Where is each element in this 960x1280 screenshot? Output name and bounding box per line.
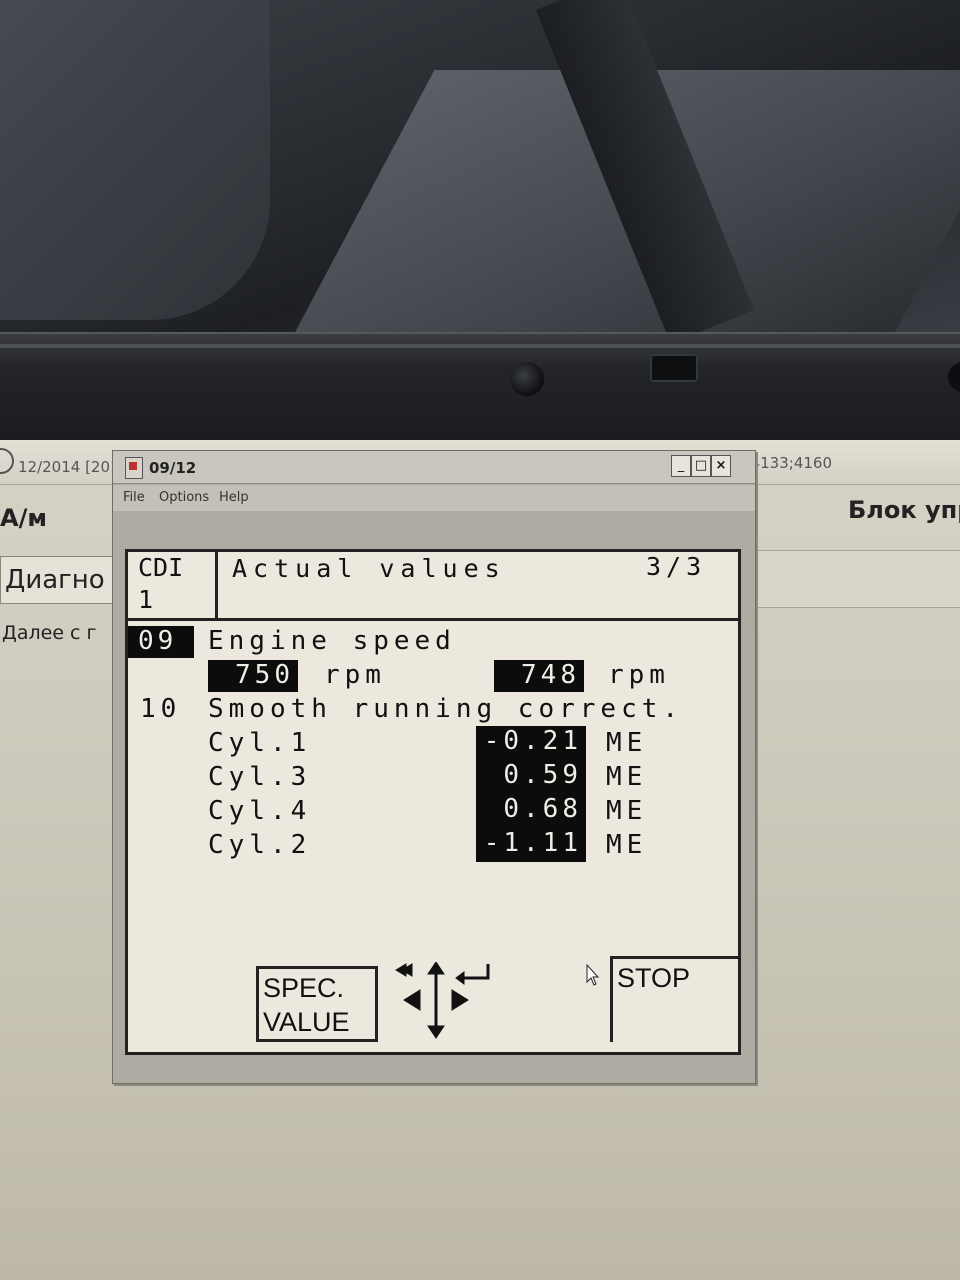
menu-options[interactable]: Options (159, 490, 209, 505)
vehicle-heading: А/м (0, 504, 47, 532)
bezel-edge (0, 344, 960, 348)
control-unit-label: CDI 1 (128, 552, 218, 618)
smooth-running-label: Smooth running correct. (208, 694, 684, 724)
stop-button[interactable]: STOP (610, 956, 738, 1042)
actual-values-dialog: 09/12 _ □ × File Options Help CDI 1 Actu… (112, 450, 756, 1084)
maximize-button[interactable]: □ (691, 455, 711, 477)
cylinder-value: 0.68 (476, 794, 586, 828)
car-interior-background (0, 0, 960, 340)
lcd-header: CDI 1 Actual values 3/3 (128, 552, 738, 621)
seat-shape (0, 0, 270, 320)
cylinder-unit: ME (606, 830, 648, 860)
background-toolbar-band (740, 550, 960, 608)
engine-speed-value-actual: 750 (208, 660, 298, 692)
lcd-display: CDI 1 Actual values 3/3 09 Engine speed … (125, 549, 741, 1055)
cylinder-unit: ME (606, 728, 648, 758)
laptop-bezel (0, 332, 960, 452)
dialog-title: 09/12 (149, 459, 197, 477)
engine-speed-value-specified: 748 (494, 660, 584, 692)
row-id-selected[interactable]: 09 (128, 626, 194, 658)
mercedes-logo-icon (0, 448, 14, 474)
minimize-button[interactable]: _ (671, 455, 691, 477)
cylinder-value: -0.21 (476, 726, 586, 760)
cylinder-label: Cyl.3 (208, 762, 312, 792)
webcam-icon (510, 362, 544, 396)
app-icon (125, 457, 143, 479)
dialog-titlebar[interactable]: 09/12 _ □ × (113, 451, 755, 484)
cylinder-unit: ME (606, 762, 648, 792)
sensor-icon (948, 362, 960, 392)
lcd-title: Actual values (232, 554, 506, 583)
control-unit-heading: Блок упр (848, 496, 960, 524)
close-button[interactable]: × (711, 455, 731, 477)
page-indicator: 3/3 (646, 552, 707, 581)
next-hint-text: Далее с г (2, 622, 97, 644)
cylinder-label: Cyl.2 (208, 830, 312, 860)
row-id: 10 (140, 694, 182, 724)
engine-speed-unit: rpm (608, 660, 670, 690)
cylinder-label: Cyl.4 (208, 796, 312, 826)
spec-value-button[interactable]: SPEC. VALUE (256, 966, 378, 1042)
menu-bar: File Options Help (113, 485, 755, 511)
cylinder-unit: ME (606, 796, 648, 826)
menu-help[interactable]: Help (219, 490, 249, 505)
webcam-shutter (650, 354, 698, 382)
cylinder-value: -1.11 (476, 828, 586, 862)
laptop-screen: 12/2014 [2014 5;4133;4160 А/м Блок упр Д… (0, 440, 960, 1280)
menu-file[interactable]: File (123, 490, 145, 505)
nav-arrows-icon[interactable] (392, 961, 492, 1042)
tab-diagnosis[interactable]: Диагно (0, 556, 126, 604)
engine-speed-label: Engine speed (208, 626, 456, 656)
cylinder-value: 0.59 (476, 760, 586, 794)
cylinder-label: Cyl.1 (208, 728, 312, 758)
engine-speed-unit: rpm (324, 660, 386, 690)
mouse-pointer-icon (586, 964, 600, 986)
